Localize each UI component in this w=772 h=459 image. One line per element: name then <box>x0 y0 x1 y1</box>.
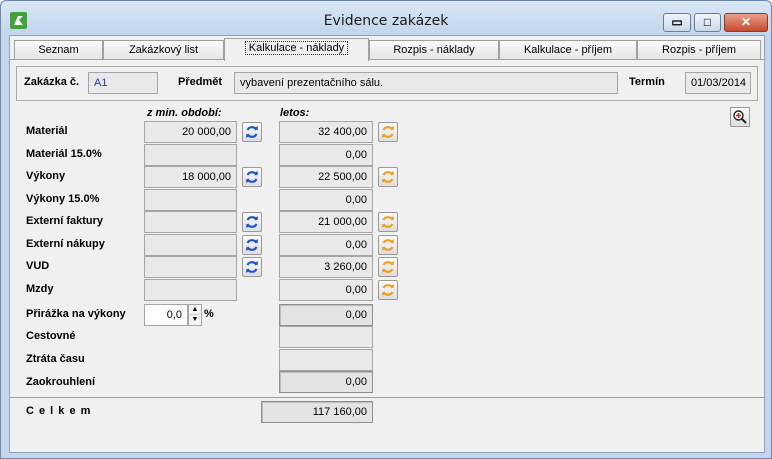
current-year-value: 0,00 <box>279 144 373 166</box>
tab-seznam[interactable]: Seznam <box>14 40 103 60</box>
refresh-blue-icon <box>246 261 258 273</box>
minimize-icon: ▭ <box>671 15 683 29</box>
refresh-blue-icon <box>246 239 258 251</box>
stepper-up-icon[interactable]: ▲ <box>189 305 201 315</box>
prev-period-value <box>144 189 237 211</box>
travel-field[interactable] <box>279 326 373 348</box>
subject-field[interactable]: vybavení prezentačního sálu. <box>234 72 618 94</box>
surcharge-stepper[interactable]: ▲ ▼ <box>188 304 202 326</box>
refresh-orange-icon <box>382 126 394 138</box>
refresh-current-button[interactable] <box>378 235 398 255</box>
tab-kalkulace-prijem[interactable]: Kalkulace - příjem <box>499 40 637 60</box>
refresh-blue-icon <box>246 171 258 183</box>
order-number-field[interactable]: A1 <box>88 72 158 94</box>
refresh-current-button[interactable] <box>378 122 398 142</box>
refresh-orange-icon <box>382 284 394 296</box>
prev-period-value: 18 000,00 <box>144 166 237 188</box>
row-label: Materiál 15.0% <box>26 148 102 160</box>
tab-rozpis-prijem[interactable]: Rozpis - příjem <box>637 40 761 60</box>
current-year-value: 3 260,00 <box>279 256 373 278</box>
current-year-value: 32 400,00 <box>279 121 373 143</box>
maximize-button[interactable]: □ <box>694 13 721 32</box>
row-label: Výkony 15.0% <box>26 193 100 205</box>
row-label: Externí faktury <box>26 215 104 227</box>
refresh-orange-icon <box>382 216 394 228</box>
refresh-prev-button[interactable] <box>242 212 262 232</box>
order-header: Zakázka č. A1 Předmět vybavení prezentač… <box>16 66 758 101</box>
refresh-prev-button[interactable] <box>242 235 262 255</box>
tab-zakazkovy-list[interactable]: Zakázkový list <box>103 40 224 60</box>
total-separator <box>10 397 764 398</box>
surcharge-result: 0,00 <box>279 304 373 326</box>
refresh-orange-icon <box>382 261 394 273</box>
close-icon: ✕ <box>740 15 752 29</box>
current-year-value: 22 500,00 <box>279 166 373 188</box>
minimize-button[interactable]: ▭ <box>663 13 691 32</box>
maximize-icon: □ <box>703 15 712 29</box>
app-window: Evidence zakázek ▭ □ ✕ Seznam Zakázkový … <box>0 0 772 459</box>
total-label: C e l k e m <box>26 405 92 417</box>
current-year-value: 0,00 <box>279 234 373 256</box>
prev-period-value <box>144 211 237 233</box>
time-loss-field[interactable] <box>279 349 373 371</box>
close-button[interactable]: ✕ <box>724 13 768 32</box>
client-area: Seznam Zakázkový list Kalkulace - náklad… <box>9 35 765 453</box>
current-year-header: letos: <box>280 107 310 119</box>
refresh-prev-button[interactable] <box>242 167 262 187</box>
tab-bar: Seznam Zakázkový list Kalkulace - náklad… <box>10 38 764 61</box>
window-title: Evidence zakázek <box>323 13 449 29</box>
refresh-current-button[interactable] <box>378 280 398 300</box>
refresh-current-button[interactable] <box>378 257 398 277</box>
tab-rozpis-naklady[interactable]: Rozpis - náklady <box>369 40 499 60</box>
rounding-label: Zaokrouhlení <box>26 376 96 388</box>
title-bar: Evidence zakázek ▭ □ ✕ <box>1 1 771 35</box>
refresh-prev-button[interactable] <box>242 122 262 142</box>
refresh-prev-button[interactable] <box>242 257 262 277</box>
refresh-orange-icon <box>382 171 394 183</box>
tab-page <box>10 59 764 453</box>
row-label: Materiál <box>26 125 68 137</box>
refresh-current-button[interactable] <box>378 212 398 232</box>
total-field: 117 160,00 <box>261 401 373 423</box>
order-number-label: Zakázka č. <box>24 76 80 88</box>
term-field[interactable]: 01/03/2014 <box>685 72 751 94</box>
prev-period-value <box>144 234 237 256</box>
refresh-orange-icon <box>382 239 394 251</box>
time-loss-label: Ztráta času <box>26 353 85 365</box>
current-year-value: 0,00 <box>279 279 373 301</box>
travel-label: Cestovné <box>26 330 76 342</box>
surcharge-unit: % <box>204 308 214 320</box>
prev-period-value: 20 000,00 <box>144 121 237 143</box>
prev-period-value <box>144 144 237 166</box>
prev-period-value <box>144 256 237 278</box>
current-year-value: 0,00 <box>279 189 373 211</box>
current-year-value: 21 000,00 <box>279 211 373 233</box>
term-label: Termín <box>629 76 665 88</box>
prev-period-value <box>144 279 237 301</box>
tab-kalkulace-naklady[interactable]: Kalkulace - náklady <box>224 38 369 61</box>
rounding-field: 0,00 <box>279 371 373 393</box>
stepper-down-icon[interactable]: ▼ <box>189 315 201 325</box>
subject-label: Předmět <box>178 76 223 88</box>
surcharge-label: Přirážka na výkony <box>26 308 126 320</box>
refresh-blue-icon <box>246 216 258 228</box>
refresh-blue-icon <box>246 126 258 138</box>
zoom-in-icon <box>733 110 747 124</box>
row-label: VUD <box>26 260 50 272</box>
prev-period-header: z min. období: <box>147 107 222 119</box>
refresh-current-button[interactable] <box>378 167 398 187</box>
zoom-button[interactable] <box>730 107 750 127</box>
row-label: Mzdy <box>26 283 54 295</box>
row-label: Výkony <box>26 170 66 182</box>
surcharge-input[interactable]: 0,0 <box>144 304 188 326</box>
row-label: Externí nákupy <box>26 238 105 250</box>
